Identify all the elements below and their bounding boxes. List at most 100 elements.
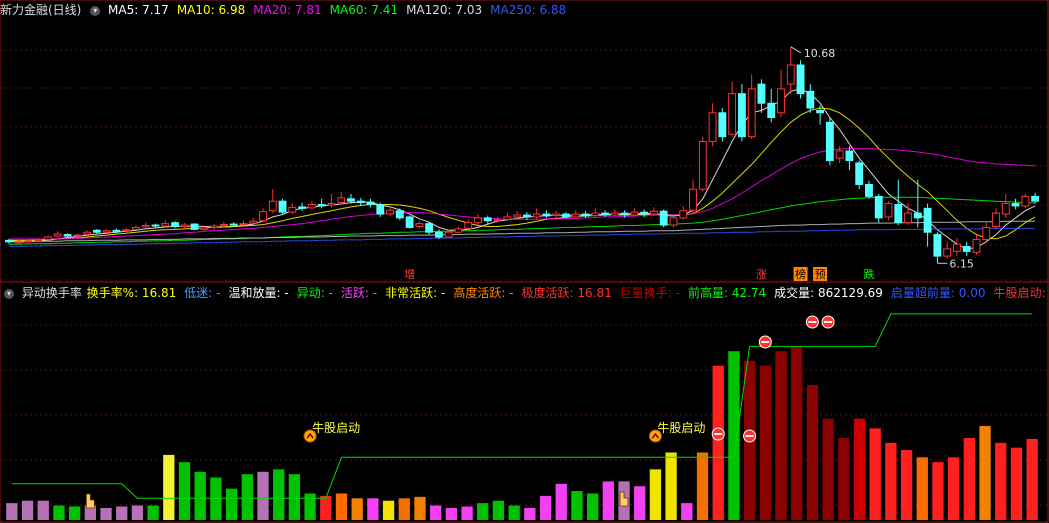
candle	[356, 197, 365, 206]
turnover-bar	[948, 457, 960, 520]
candle-body	[757, 83, 766, 104]
candle	[405, 215, 414, 229]
candle	[825, 117, 834, 166]
candle-body	[992, 212, 1000, 227]
candle-body	[425, 223, 434, 233]
turnover-bar	[1026, 438, 1038, 520]
candle-body	[141, 225, 150, 228]
candle	[591, 208, 600, 217]
candle-body	[151, 224, 160, 227]
candle-body	[835, 150, 844, 159]
turnover-bar	[508, 505, 520, 520]
candle-body	[288, 206, 297, 213]
candle	[171, 221, 179, 229]
candle-body	[347, 198, 355, 202]
candle	[943, 241, 952, 259]
turnover-bar	[6, 503, 18, 520]
candle	[1031, 193, 1040, 204]
turnover-bar	[775, 351, 787, 520]
candle	[474, 214, 482, 226]
low-price-label: 6.15	[949, 257, 974, 270]
candle	[777, 69, 785, 118]
turnover-bar	[163, 454, 175, 520]
candle-body	[386, 209, 394, 215]
candle	[4, 238, 13, 244]
candle-body	[249, 220, 258, 224]
turnover-bar	[1010, 447, 1023, 520]
candle	[737, 84, 746, 142]
candle	[718, 108, 727, 142]
candle	[972, 234, 981, 255]
candle	[698, 136, 707, 192]
turnover-bar	[37, 500, 49, 520]
candle	[376, 202, 385, 217]
candlesticks	[4, 46, 1040, 264]
candle-body	[454, 228, 463, 233]
turnover-bar	[241, 474, 253, 520]
candle-body	[806, 90, 815, 109]
candle	[1021, 194, 1030, 209]
turnover-bar	[885, 442, 897, 520]
candle	[386, 208, 394, 216]
turnover-bar	[602, 481, 614, 520]
candle	[630, 208, 639, 216]
turnover-bar	[304, 493, 316, 520]
candle-body	[698, 140, 707, 190]
candle-body	[816, 109, 825, 114]
candle-body	[786, 64, 795, 85]
candle	[610, 209, 619, 216]
candle-body	[894, 204, 903, 224]
candle-body	[229, 223, 238, 226]
candle	[786, 46, 795, 94]
ma250-line	[8, 227, 1036, 248]
turnover-bar	[634, 486, 646, 520]
niu-gu-1-label: 牛股启动	[312, 420, 360, 435]
candle	[161, 220, 170, 228]
candle-body	[640, 211, 649, 215]
turnover-bar	[382, 500, 395, 520]
turnover-bar	[712, 365, 724, 520]
candle	[689, 179, 697, 214]
high-pointer	[790, 46, 802, 54]
candle-body	[1011, 203, 1020, 207]
candle-body	[171, 222, 179, 227]
candle	[571, 210, 580, 218]
main-annotations: 10.68 6.15 增 涨 榜预 跌	[402, 46, 974, 281]
candle-body	[796, 64, 805, 95]
candle	[298, 202, 307, 211]
turnover-bar	[288, 474, 301, 520]
candle-body	[982, 226, 991, 240]
candle-body	[34, 239, 43, 242]
candle	[83, 230, 91, 236]
turnover-bar	[681, 503, 693, 520]
ma10-line	[8, 107, 1036, 241]
candle-body	[825, 121, 834, 162]
candle-body	[483, 217, 492, 222]
candle	[132, 225, 140, 231]
candle-body	[630, 211, 639, 216]
candle	[796, 60, 805, 99]
candle	[464, 219, 473, 230]
candle-body	[298, 206, 307, 209]
tag-bang: 榜	[795, 267, 806, 281]
signal-ball-band	[808, 321, 817, 323]
turnover-bar	[539, 495, 552, 520]
candle-body	[63, 234, 72, 237]
candle	[532, 208, 541, 219]
tag-die: 跌	[863, 267, 874, 281]
candle-body	[659, 210, 668, 226]
turnover-bar	[257, 471, 269, 520]
candle	[288, 203, 297, 215]
signal-ball-band	[761, 341, 770, 343]
candle-body	[102, 230, 111, 233]
turnover-bar	[430, 505, 442, 520]
candle-body	[777, 88, 785, 114]
candle-body	[865, 183, 873, 197]
candle	[190, 223, 199, 231]
candle-body	[327, 203, 336, 206]
candle-body	[718, 112, 727, 138]
turnover-bar	[147, 505, 159, 520]
turnover-bar	[178, 462, 191, 520]
candle	[317, 198, 326, 209]
candle	[874, 194, 883, 223]
